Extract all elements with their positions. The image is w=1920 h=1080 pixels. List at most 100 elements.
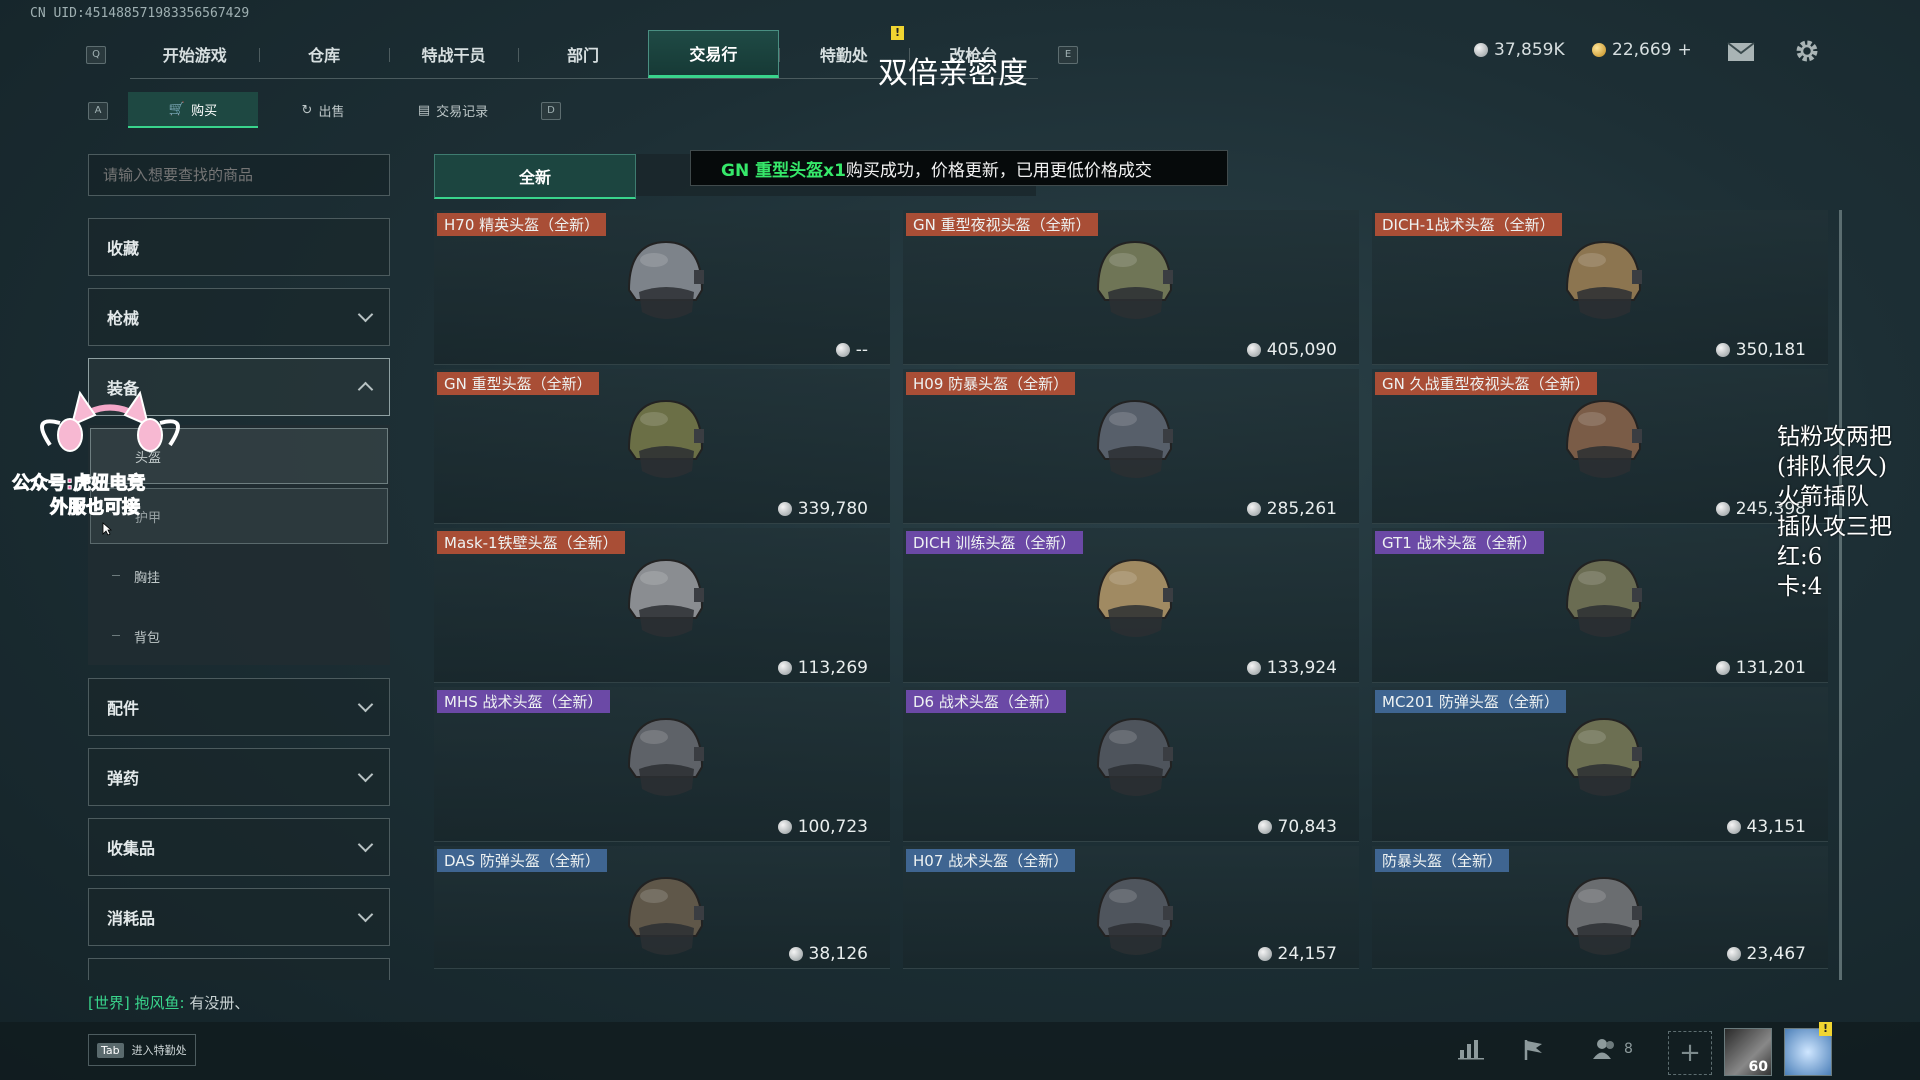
category-consumables[interactable]: 消耗品 bbox=[88, 888, 390, 946]
helmet-icon bbox=[1096, 240, 1173, 319]
item-card[interactable]: DICH-1战术头盔（全新） 350,181 bbox=[1372, 210, 1828, 365]
category-guns[interactable]: 枪械 bbox=[88, 288, 390, 346]
gold-coin-icon bbox=[1592, 43, 1606, 57]
item-card[interactable]: GN 重型头盔（全新） 339,780 bbox=[434, 369, 890, 524]
item-price: 43,151 bbox=[1726, 817, 1806, 837]
silver-currency: 37,859K bbox=[1474, 40, 1565, 60]
subcategory-chest-rig[interactable]: 胸挂 bbox=[90, 548, 388, 604]
tab-history[interactable]: ▤ 交易记录 bbox=[388, 92, 518, 128]
player-avatar[interactable]: 60 bbox=[1724, 1028, 1772, 1076]
nav-prev-key[interactable]: Q bbox=[86, 46, 106, 64]
tab-key: Tab bbox=[97, 1042, 124, 1058]
tab-sell[interactable]: ↻ 出售 bbox=[258, 92, 388, 128]
category-collectibles[interactable]: 收集品 bbox=[88, 818, 390, 876]
category-accessories[interactable]: 配件 bbox=[88, 678, 390, 736]
item-card[interactable]: H07 战术头盔（全新） 24,157 bbox=[903, 846, 1359, 969]
helmet-icon bbox=[1096, 558, 1173, 637]
notification-badge: ! bbox=[891, 26, 904, 40]
item-price-value: 133,924 bbox=[1266, 658, 1337, 678]
category-favorites[interactable]: 收藏 bbox=[88, 218, 390, 276]
helmet-icon bbox=[1096, 399, 1173, 478]
item-card[interactable]: GN 重型夜视头盔（全新） 405,090 bbox=[903, 210, 1359, 365]
item-name: GN 重型夜视头盔（全新） bbox=[906, 213, 1098, 236]
tab-department[interactable]: 部门 bbox=[518, 30, 647, 78]
silver-coin-icon bbox=[1257, 820, 1272, 834]
item-price-value: 131,201 bbox=[1735, 658, 1806, 678]
item-price: 70,843 bbox=[1257, 817, 1337, 837]
item-price-value: 100,723 bbox=[797, 817, 868, 837]
category-label: 配件 bbox=[107, 699, 140, 718]
watermark-line2: 外服也可接 bbox=[50, 497, 141, 519]
tab-brand-new[interactable]: 全新 bbox=[434, 154, 636, 199]
chevron-down-icon bbox=[357, 836, 374, 853]
stream-side-note: 钻粉攻两把 (排队很久) 火箭插队 插队攻三把 红:6 卡:4 bbox=[1777, 424, 1892, 600]
item-card[interactable]: D6 战术头盔（全新） 70,843 bbox=[903, 687, 1359, 842]
item-price: 24,157 bbox=[1257, 944, 1337, 964]
item-name: DICH-1战术头盔（全新） bbox=[1375, 213, 1562, 236]
item-price: 38,126 bbox=[788, 944, 868, 964]
search-input[interactable] bbox=[88, 154, 390, 196]
chevron-down-icon bbox=[357, 306, 374, 323]
item-name: GT1 战术头盔（全新） bbox=[1375, 531, 1544, 554]
item-name: DICH 训练头盔（全新） bbox=[906, 531, 1083, 554]
tab-operators[interactable]: 特战干员 bbox=[388, 30, 518, 78]
item-price-value: 350,181 bbox=[1735, 340, 1806, 360]
category-label: 枪械 bbox=[107, 309, 140, 328]
gold-amount: 22,669 bbox=[1612, 40, 1672, 60]
add-gold-button[interactable]: + bbox=[1677, 40, 1691, 60]
helmet-icon bbox=[1565, 399, 1642, 478]
item-card[interactable]: GN 久战重型夜视头盔（全新） 245,398 bbox=[1372, 369, 1828, 524]
silver-coin-icon bbox=[1726, 820, 1741, 834]
nav-next-key[interactable]: E bbox=[1058, 46, 1078, 64]
gold-currency: 22,669 + bbox=[1592, 40, 1692, 60]
stats-chart-icon[interactable] bbox=[1458, 1038, 1484, 1066]
item-card[interactable]: H09 防暴头盔（全新） 285,261 bbox=[903, 369, 1359, 524]
category-more[interactable] bbox=[88, 958, 390, 980]
item-card[interactable]: GT1 战术头盔（全新） 131,201 bbox=[1372, 528, 1828, 683]
tab-sell-label: 出售 bbox=[318, 104, 345, 120]
item-price: 133,924 bbox=[1246, 658, 1337, 678]
helmet-icon bbox=[627, 876, 704, 955]
sub-nav: 🛒 购买 ↻ 出售 ▤ 交易记录 bbox=[128, 92, 518, 128]
item-name: H09 防暴头盔（全新） bbox=[906, 372, 1076, 395]
silver-coin-icon bbox=[1246, 661, 1261, 675]
tab-warehouse[interactable]: 仓库 bbox=[259, 30, 388, 78]
item-card[interactable]: 防暴头盔（全新） 23,467 bbox=[1372, 846, 1828, 969]
notice-text: 购买成功，价格更新，已用更低价格成交 bbox=[845, 160, 1152, 181]
flag-icon[interactable] bbox=[1522, 1038, 1546, 1068]
sell-icon: ↻ bbox=[301, 102, 313, 118]
subcategory-backpack[interactable]: 背包 bbox=[90, 608, 388, 664]
item-card[interactable]: DAS 防弹头盔（全新） 38,126 bbox=[434, 846, 890, 969]
item-card[interactable]: DICH 训练头盔（全新） 133,924 bbox=[903, 528, 1359, 683]
chat-user[interactable]: 抱风鱼: bbox=[135, 994, 185, 1012]
item-card[interactable]: MHS 战术头盔（全新） 100,723 bbox=[434, 687, 890, 842]
item-price: 405,090 bbox=[1246, 340, 1337, 360]
item-name: H07 战术头盔（全新） bbox=[906, 849, 1076, 872]
watermark-line1: 公众号:虎妞电竞 bbox=[11, 473, 146, 495]
item-name: H70 精英头盔（全新） bbox=[437, 213, 607, 236]
enter-special-office-button[interactable]: Tab 进入特勤处 bbox=[88, 1034, 196, 1066]
tab-buy[interactable]: 🛒 购买 bbox=[128, 92, 258, 128]
tab-start-game[interactable]: 开始游戏 bbox=[130, 30, 259, 78]
subnav-prev-key[interactable]: A bbox=[88, 102, 108, 120]
silver-coin-icon bbox=[1246, 343, 1261, 357]
item-card[interactable]: H70 精英头盔（全新） -- bbox=[434, 210, 890, 365]
item-price: -- bbox=[835, 340, 868, 360]
mail-icon[interactable] bbox=[1727, 42, 1755, 66]
silver-coin-icon bbox=[1715, 502, 1730, 516]
category-label: 弹药 bbox=[107, 769, 140, 788]
tab-trading[interactable]: 交易行 bbox=[647, 30, 780, 78]
silver-coin-icon bbox=[788, 947, 803, 961]
item-card[interactable]: Mask-1铁壁头盔（全新） 113,269 bbox=[434, 528, 890, 683]
item-price: 23,467 bbox=[1726, 944, 1806, 964]
cart-icon: 🛒 bbox=[168, 101, 186, 117]
silver-coin-icon bbox=[777, 820, 792, 834]
friends-button[interactable]: 8 bbox=[1592, 1038, 1633, 1060]
item-price: 339,780 bbox=[777, 499, 868, 519]
category-ammo[interactable]: 弹药 bbox=[88, 748, 390, 806]
settings-gear-icon[interactable] bbox=[1794, 38, 1820, 68]
subnav-next-key[interactable]: D bbox=[541, 102, 561, 120]
subcategory-label: 胸挂 bbox=[134, 570, 161, 586]
item-card[interactable]: MC201 防弹头盔（全新） 43,151 bbox=[1372, 687, 1828, 842]
add-teammate-button[interactable]: + bbox=[1668, 1031, 1712, 1075]
